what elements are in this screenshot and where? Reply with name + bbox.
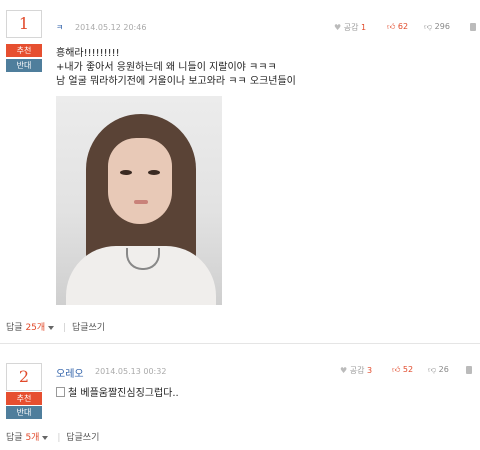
dislike-button[interactable]: 👎︎ 296 [424,22,450,32]
reply-count: 5개 [25,433,40,443]
reply-bar: 답글 5개 | 답글쓰기 [6,433,100,443]
comment-date: 2014.05.12 20:46 [75,23,147,32]
rank-badge: 1 [6,10,42,38]
attachment-icon [56,387,65,397]
empathy-button[interactable]: ♥ 공감 3 [340,365,372,376]
empathy-button[interactable]: ♥ 공감 1 [334,22,366,33]
comment-text-line: +내가 좋아서 응원하는데 왜 니들이 지랄이야 ㅋㅋㅋ [56,62,277,73]
reply-toggle[interactable]: 답글 5개 [6,433,54,443]
comment-2: 2 추천 반대 오레오 2014.05.13 00:32 ♥ 공감 3 👍︎ 5… [0,350,480,450]
like-count: 62 [397,22,409,31]
reply-toggle[interactable]: 답글 25개 [6,323,60,333]
comment-photo [56,96,222,305]
heart-icon: ♥ [340,366,348,375]
like-button[interactable]: 👍︎ 62 [387,22,408,32]
dislike-count: 26 [438,365,449,374]
comment-divider [0,343,480,344]
reply-bar: 답글 25개 | 답글쓰기 [6,323,106,333]
thumbs-up-icon: 👍︎ [387,22,396,31]
thumbs-up-icon: 👍︎ [392,365,401,374]
comment-date: 2014.05.13 00:32 [95,367,167,376]
comment-author[interactable]: ㅋ [56,22,63,33]
chevron-down-icon [48,325,55,330]
chevron-down-icon [42,435,49,440]
rank-badge: 2 [6,363,42,391]
write-reply-link[interactable]: 답글쓰기 [72,323,105,333]
comment-1: 1 추천 반대 ㅋ 2014.05.12 20:46 ♥ 공감 1 👍︎ 62 … [0,0,480,340]
oppose-button[interactable]: 반대 [6,59,42,72]
recommend-button[interactable]: 추천 [6,392,42,405]
dislike-button[interactable]: 👎︎ 26 [428,365,449,375]
report-icon[interactable] [466,366,472,374]
dislike-count: 296 [434,22,450,31]
empathy-count: 3 [367,366,373,375]
comment-text-line: 남 얼굴 뭐라하기전에 거울이나 보고와라 ㅋㅋ 오크년들이 [56,76,296,87]
comment-text-line: 철 베플움짤진심징그럽다.. [56,384,179,399]
comment-author[interactable]: 오레오 [56,365,84,380]
write-reply-link[interactable]: 답글쓰기 [66,433,99,443]
thumbs-down-icon: 👎︎ [424,22,433,31]
comment-text-line: 흥해라!!!!!!!!! [56,48,120,59]
thumbs-down-icon: 👎︎ [428,365,437,374]
heart-icon: ♥ [334,23,342,32]
recommend-button[interactable]: 추천 [6,44,42,57]
empathy-label: 공감 [349,366,365,375]
oppose-button[interactable]: 반대 [6,406,42,419]
report-icon[interactable] [470,23,476,31]
like-button[interactable]: 👍︎ 52 [392,365,413,375]
reply-count: 25개 [25,323,46,333]
empathy-label: 공감 [343,23,359,32]
like-count: 52 [402,365,414,374]
empathy-count: 1 [361,23,367,32]
